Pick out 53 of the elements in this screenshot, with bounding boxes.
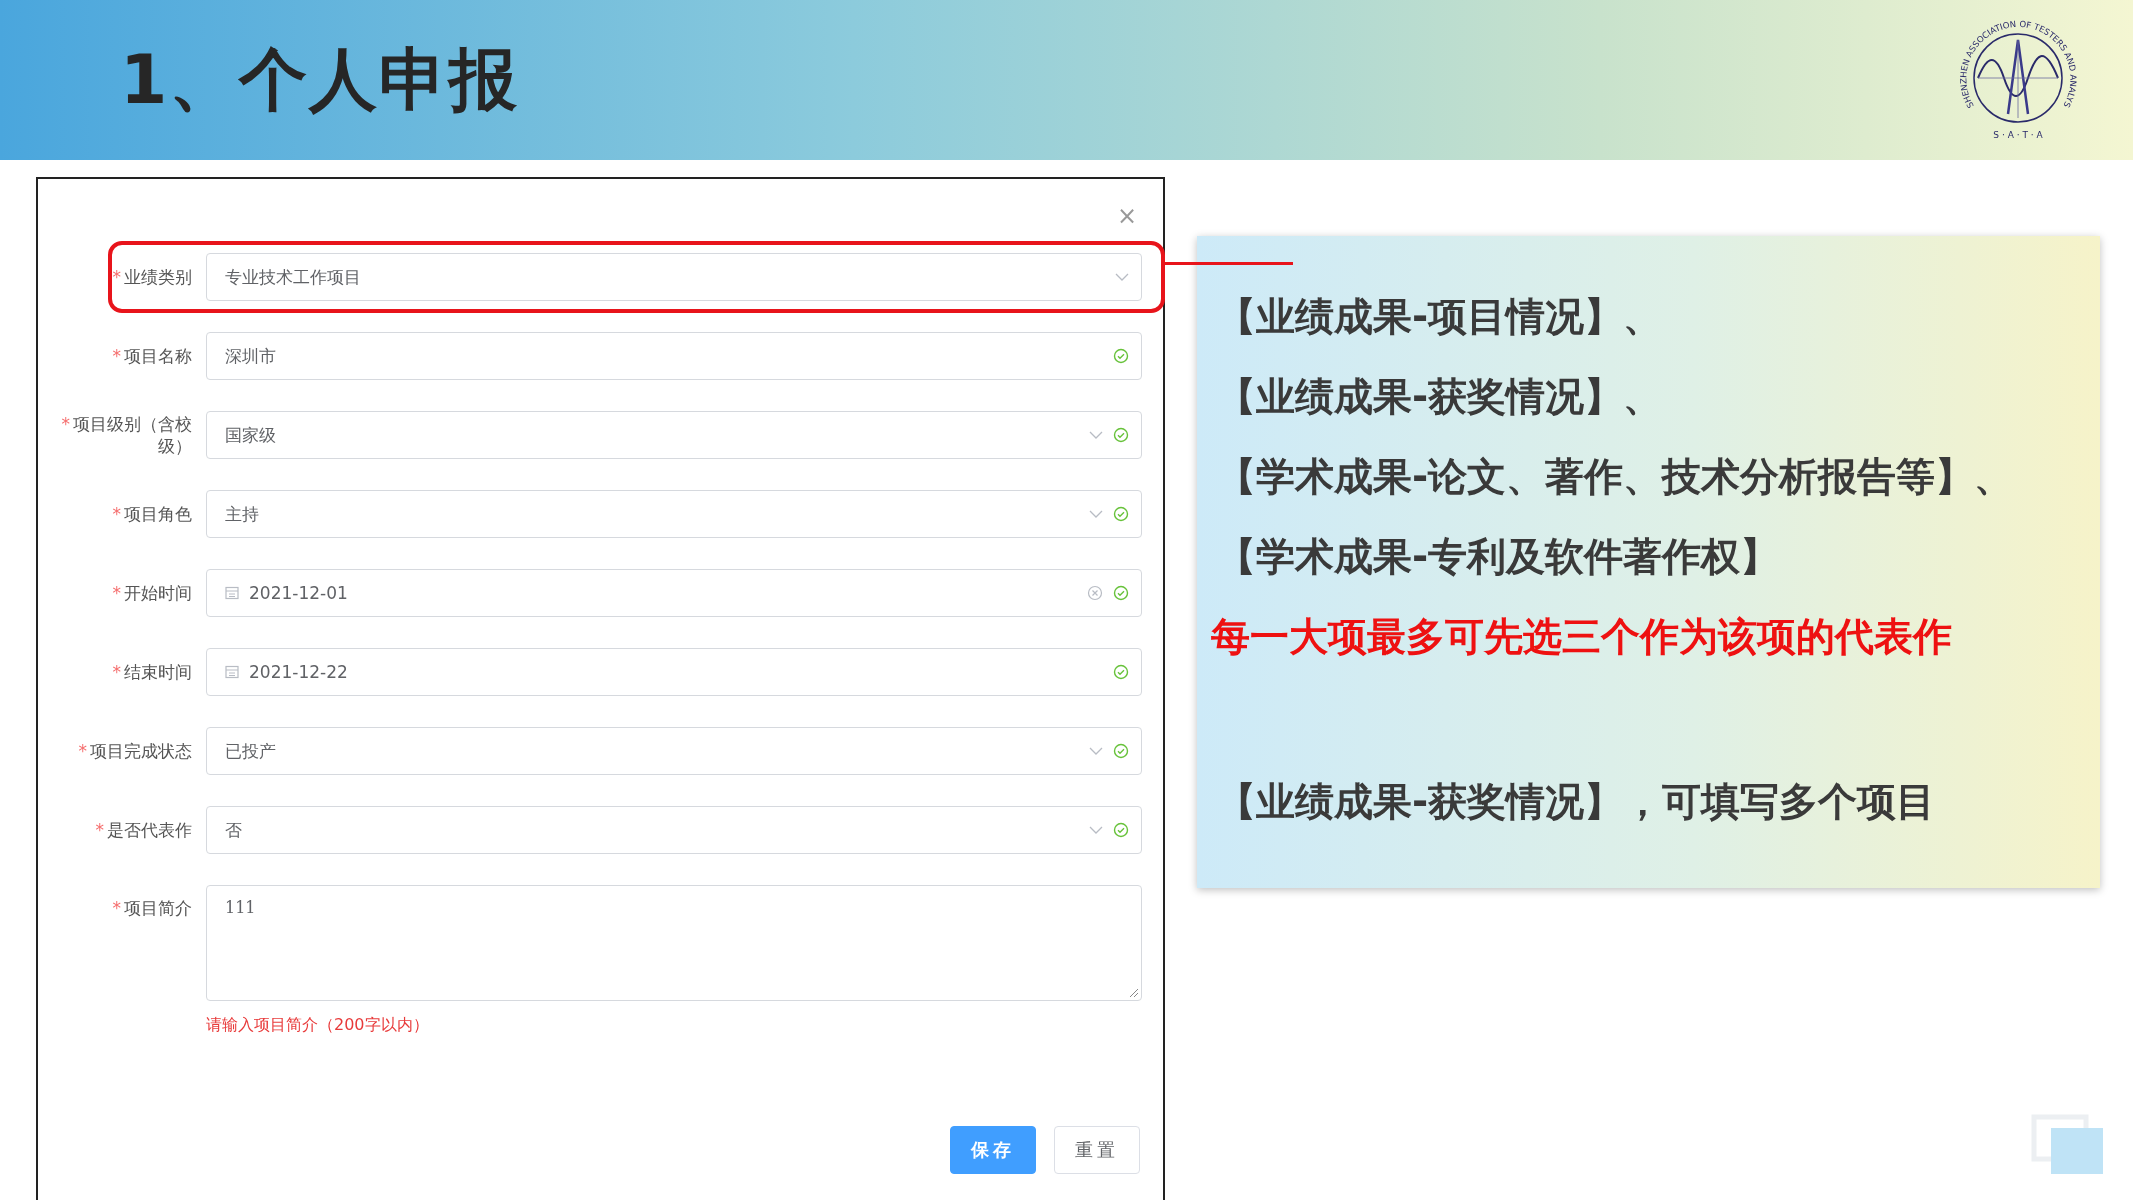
- field-value: 已投产: [225, 739, 277, 763]
- callout-text: 【业绩成果-获奖情况】、: [1217, 373, 1664, 421]
- chevron-down-icon: [1089, 431, 1103, 439]
- field-label: * 项目角色: [111, 503, 192, 525]
- select-field[interactable]: 专业技术工作项目: [206, 253, 1142, 301]
- callout-text: 【学术成果-论文、著作、技术分析报告等】、: [1217, 453, 2015, 501]
- slide-title: 1、个人申报: [120, 38, 520, 121]
- select-field[interactable]: 主持: [206, 490, 1142, 538]
- field-label: * 项目级别（含校级）: [60, 413, 192, 457]
- field-label: * 项目完成状态: [77, 740, 192, 762]
- validation-message: 请输入项目简介（200字以内）: [206, 1015, 430, 1036]
- calendar-icon: [225, 665, 239, 679]
- date-field[interactable]: 2021-12-22: [206, 648, 1142, 696]
- check-circle-icon: [1113, 585, 1129, 601]
- callout-text: 【业绩成果-项目情况】、: [1217, 293, 1664, 341]
- callout-text: 【业绩成果-获奖情况】，可填写多个项目: [1217, 778, 1937, 826]
- callout-text: 每一大项最多可先选三个作为该项的代表作: [1211, 613, 1953, 661]
- select-field[interactable]: 否: [206, 806, 1142, 854]
- select-field[interactable]: 国家级: [206, 411, 1142, 459]
- textarea-value: 111: [225, 898, 256, 917]
- field-label: * 项目名称: [111, 345, 192, 367]
- callout-text: 【学术成果-专利及软件著作权】: [1217, 533, 1781, 581]
- field-label: * 结束时间: [111, 661, 192, 683]
- field-value: 2021-12-22: [249, 662, 349, 682]
- check-circle-icon: [1113, 822, 1129, 838]
- field-value: 专业技术工作项目: [225, 265, 362, 289]
- field-label: * 业绩类别: [111, 266, 192, 288]
- chevron-down-icon: [1115, 273, 1129, 281]
- field-value: 国家级: [225, 423, 277, 447]
- clear-icon[interactable]: [1087, 585, 1103, 601]
- field-value: 深圳市: [225, 344, 277, 368]
- check-circle-icon: [1113, 348, 1129, 364]
- date-field[interactable]: 2021-12-01: [206, 569, 1142, 617]
- field-label: * 项目简介: [111, 897, 192, 919]
- check-circle-icon: [1113, 743, 1129, 759]
- field-value: 否: [225, 818, 243, 842]
- select-field[interactable]: 已投产: [206, 727, 1142, 775]
- check-circle-icon: [1113, 427, 1129, 443]
- check-circle-icon: [1113, 506, 1129, 522]
- description-textarea[interactable]: 111: [206, 885, 1142, 1001]
- resize-handle-icon[interactable]: [1129, 988, 1139, 998]
- field-value: 2021-12-01: [249, 583, 349, 603]
- field-value: 主持: [225, 502, 260, 526]
- chevron-down-icon: [1089, 747, 1103, 755]
- input-field[interactable]: 深圳市: [206, 332, 1142, 380]
- calendar-icon: [225, 586, 239, 600]
- check-circle-icon: [1113, 664, 1129, 680]
- reset-button[interactable]: 重置: [1054, 1126, 1140, 1174]
- chevron-down-icon: [1089, 510, 1103, 518]
- overlapping-squares-icon: [2031, 1114, 2105, 1176]
- field-label: * 开始时间: [111, 582, 192, 604]
- field-label: * 是否代表作: [94, 819, 192, 841]
- chevron-down-icon: [1089, 826, 1103, 834]
